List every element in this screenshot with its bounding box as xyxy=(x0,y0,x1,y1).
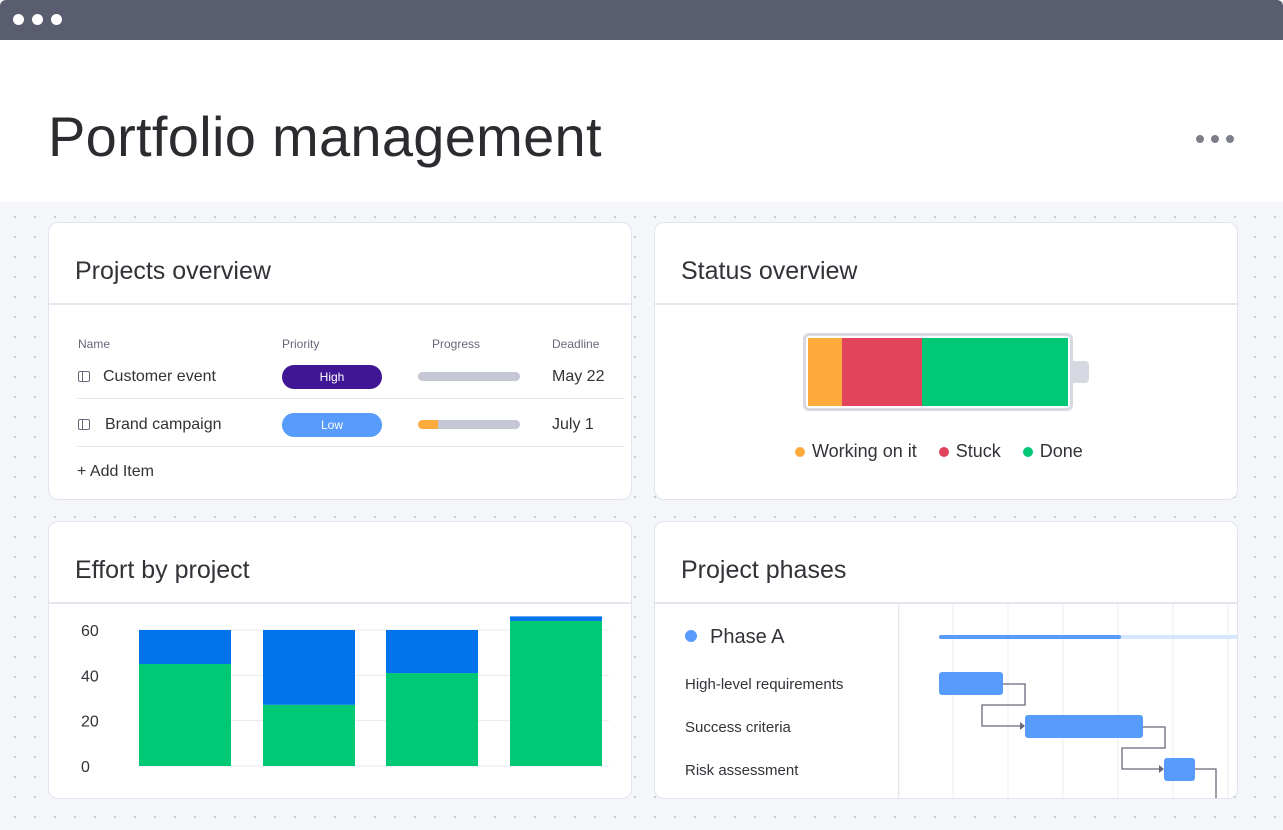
progress-bar-fill xyxy=(418,420,439,429)
phase-dot xyxy=(685,630,697,642)
item-panel-icon[interactable] xyxy=(78,419,90,430)
column-header-progress: Progress xyxy=(432,337,481,351)
legend-item-done: Done xyxy=(1022,441,1083,462)
bar-segment xyxy=(263,630,355,705)
task-bar xyxy=(1025,715,1143,738)
window-control-dot[interactable] xyxy=(13,14,24,25)
priority-badge[interactable]: Low xyxy=(282,413,382,437)
status-segment xyxy=(841,338,923,406)
bar-segment xyxy=(386,630,478,674)
bar-segment xyxy=(263,704,355,766)
column-header-name: Name xyxy=(78,337,111,351)
column-header-deadline: Deadline xyxy=(552,337,600,351)
card-title: Status overview xyxy=(681,257,858,285)
bar-segment xyxy=(510,620,602,766)
more-horizontal-icon[interactable] xyxy=(1196,132,1236,146)
project-name: Brand campaign xyxy=(105,416,222,433)
task-label[interactable]: Risk assessment xyxy=(685,762,798,779)
task-label[interactable]: Success criteria xyxy=(685,719,791,736)
effort-bar-chart: 60 40 20 0 xyxy=(81,616,609,776)
status-overview-card: Status overview Working on it Stuck Done xyxy=(654,222,1238,500)
add-item-button[interactable]: + Add Item xyxy=(77,463,154,481)
card-title: Project phases xyxy=(681,556,847,584)
bar-segment xyxy=(386,673,478,766)
legend-item-working: Working on it xyxy=(795,441,917,462)
gantt-timeline xyxy=(898,604,1237,798)
priority-badge[interactable]: High xyxy=(282,365,382,389)
legend-label: Stuck xyxy=(955,441,1001,461)
bar-segment xyxy=(139,664,231,766)
legend-item-stuck: Stuck xyxy=(938,441,1001,462)
task-label[interactable]: High-level requirements xyxy=(685,676,843,693)
card-title: Projects overview xyxy=(75,257,271,285)
status-battery-chart xyxy=(803,333,1073,411)
bar-segment xyxy=(139,630,231,664)
status-segment xyxy=(808,338,842,406)
divider xyxy=(655,303,1237,305)
progress-bar xyxy=(418,372,520,381)
task-bar xyxy=(939,672,1003,695)
legend-label: Done xyxy=(1039,441,1083,461)
legend-dot xyxy=(1022,446,1033,457)
phase-name: Phase A xyxy=(710,626,785,648)
divider xyxy=(49,303,631,305)
y-tick-label: 60 xyxy=(81,623,99,640)
legend-dot xyxy=(938,446,949,457)
page-header: Portfolio management xyxy=(0,40,1283,202)
arrow-head xyxy=(1159,765,1164,773)
projects-overview-card: Projects overview Name Priority Progress… xyxy=(48,222,632,500)
phase-progress-bar xyxy=(939,635,1121,639)
y-tick-label: 40 xyxy=(81,668,99,685)
window-titlebar xyxy=(0,0,1283,40)
row-divider xyxy=(77,446,625,447)
project-name: Customer event xyxy=(103,368,216,385)
y-tick-label: 0 xyxy=(81,759,90,776)
row-divider xyxy=(77,398,625,399)
page-title: Portfolio management xyxy=(48,105,602,168)
project-phases-card: Project phases Phase A High-level requir… xyxy=(654,521,1238,799)
window-control-dot[interactable] xyxy=(32,14,43,25)
deadline: July 1 xyxy=(552,416,594,433)
progress-bar xyxy=(418,420,520,429)
legend-label: Working on it xyxy=(812,441,917,461)
task-bar xyxy=(1164,758,1195,781)
deadline: May 22 xyxy=(552,368,605,385)
battery-cap xyxy=(1073,361,1089,383)
status-legend: Working on it Stuck Done xyxy=(795,441,1083,462)
status-segment xyxy=(922,338,1068,406)
arrow-head xyxy=(1020,722,1025,730)
item-panel-icon[interactable] xyxy=(78,371,90,382)
effort-by-project-card: Effort by project 60 40 20 0 xyxy=(48,521,632,799)
card-title: Effort by project xyxy=(75,556,250,584)
window-control-dot[interactable] xyxy=(51,14,62,25)
dependency-arrow xyxy=(1195,768,1217,798)
bar-segment xyxy=(510,616,602,621)
y-tick-label: 20 xyxy=(81,714,99,731)
legend-dot xyxy=(795,446,805,457)
column-header-priority: Priority xyxy=(282,337,320,351)
